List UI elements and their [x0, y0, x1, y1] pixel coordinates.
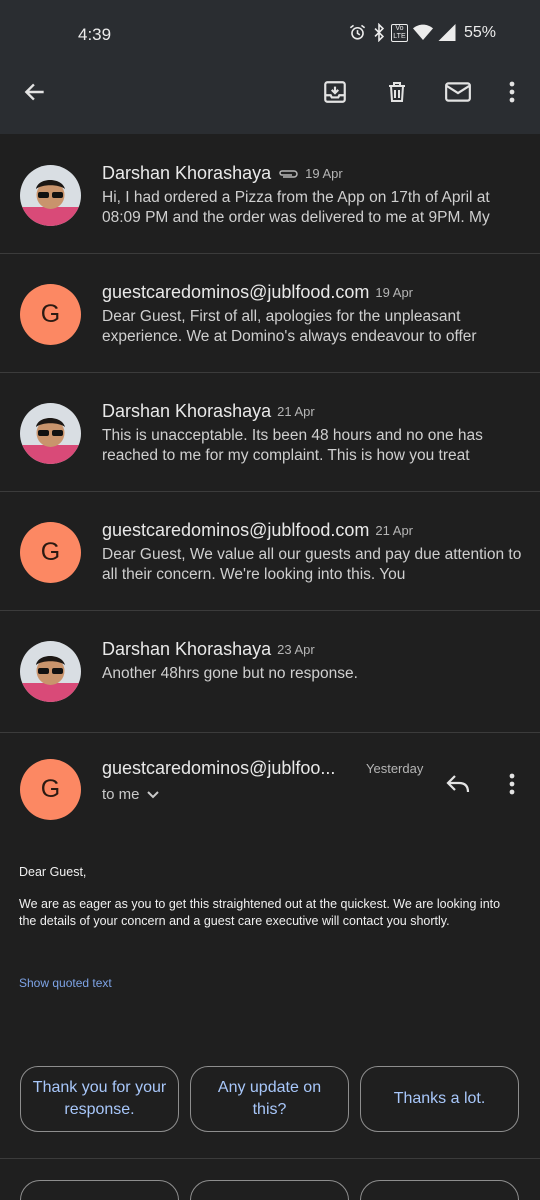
chevron-down-icon [146, 790, 159, 798]
show-quoted-text-link[interactable]: Show quoted text [19, 976, 112, 990]
mark-unread-icon [445, 82, 471, 102]
avatar: G [20, 284, 81, 345]
recipient-label: to me [102, 786, 140, 803]
thread-item[interactable]: Darshan Khorashaya 21 Apr This is unaccep… [0, 373, 540, 492]
thread-item[interactable]: G guestcaredominos@jublfood.com 19 Apr De… [0, 254, 540, 373]
recipient-details-toggle[interactable]: to me [102, 786, 160, 803]
attachment-icon [277, 163, 299, 184]
avatar: G [20, 522, 81, 583]
reply-all-action-button[interactable] [190, 1180, 349, 1200]
message-more-button[interactable] [494, 766, 530, 802]
avatar [20, 403, 81, 464]
thread-date: 19 Apr [305, 166, 343, 181]
thread-item[interactable]: G guestcaredominos@jublfood.com 21 Apr De… [0, 492, 540, 611]
alarm-icon [349, 24, 366, 40]
smart-reply-chip[interactable]: Thanks a lot. [360, 1066, 519, 1132]
sender-name: Darshan Khorashaya 23 Apr [102, 639, 315, 659]
reply-action-button[interactable] [20, 1180, 179, 1200]
bluetooth-icon [374, 23, 385, 42]
cell-signal-icon [438, 24, 456, 41]
app-bar: 4:39 Vo LTE 55% [0, 0, 540, 134]
more-options-button[interactable] [494, 74, 530, 110]
archive-icon [324, 81, 346, 103]
thread-date: 19 Apr [375, 285, 414, 300]
profile-photo-icon [20, 403, 81, 464]
avatar [20, 165, 81, 226]
thread-snippet: Dear Guest, First of all, apologies for … [102, 308, 477, 345]
profile-photo-icon [20, 165, 81, 226]
profile-photo-icon [20, 641, 81, 702]
more-vert-icon [509, 773, 515, 795]
reply-icon [446, 775, 470, 793]
sender-name[interactable]: guestcaredominos@jublfoo... [102, 758, 335, 779]
forward-action-button[interactable] [360, 1180, 519, 1200]
back-button[interactable] [17, 74, 53, 110]
archive-button[interactable] [317, 74, 353, 110]
back-arrow-icon [24, 83, 44, 101]
network-badge: Vo LTE [390, 23, 408, 42]
thread-item[interactable]: Darshan Khorashaya 19 Apr Hi, I had order… [0, 135, 540, 254]
sender-name: Darshan Khorashaya 19 Apr [102, 163, 343, 184]
thread-snippet: Hi, I had ordered a Pizza from the App o… [102, 189, 490, 226]
message-body: We are as eager as you to get this strai… [19, 897, 501, 928]
avatar [20, 641, 81, 702]
mark-unread-button[interactable] [440, 74, 476, 110]
battery-level: 55% [463, 23, 496, 41]
reply-button[interactable] [440, 766, 476, 802]
thread-snippet: Another 48hrs gone but no response. [102, 665, 358, 682]
status-time: 4:39 [78, 25, 112, 44]
sender-name: Darshan Khorashaya 21 Apr [102, 401, 315, 421]
sender-name: guestcaredominos@jublfood.com 19 Apr [102, 282, 414, 302]
more-vert-icon [509, 81, 515, 103]
sender-name: guestcaredominos@jublfood.com 21 Apr [102, 520, 414, 540]
thread-item[interactable]: Darshan Khorashaya 23 Apr Another 48hrs g… [0, 611, 540, 733]
thread-date: 21 Apr [277, 404, 315, 419]
wifi-icon [412, 24, 433, 40]
delete-button[interactable] [379, 74, 415, 110]
divider [0, 1158, 540, 1159]
email-thread-screen: 4:39 Vo LTE 55% Darshan Khorashaya 19 Ap… [0, 0, 540, 1200]
smart-reply-chip[interactable]: Any update on this? [190, 1066, 349, 1132]
open-message-header: G guestcaredominos@jublfoo... Yesterday … [0, 733, 540, 853]
status-icons: Vo LTE 55% [348, 23, 496, 42]
smart-reply-chip[interactable]: Thank you for your response. [20, 1066, 179, 1132]
thread-snippet: Dear Guest, We value all our guests and … [102, 546, 522, 583]
delete-icon [389, 82, 405, 102]
message-date: Yesterday [366, 761, 424, 776]
thread-date: 23 Apr [277, 642, 315, 657]
avatar: G [20, 759, 81, 820]
thread-snippet: This is unacceptable. Its been 48 hours … [102, 427, 483, 464]
thread-date: 21 Apr [375, 523, 414, 538]
message-greeting: Dear Guest, [19, 865, 87, 879]
